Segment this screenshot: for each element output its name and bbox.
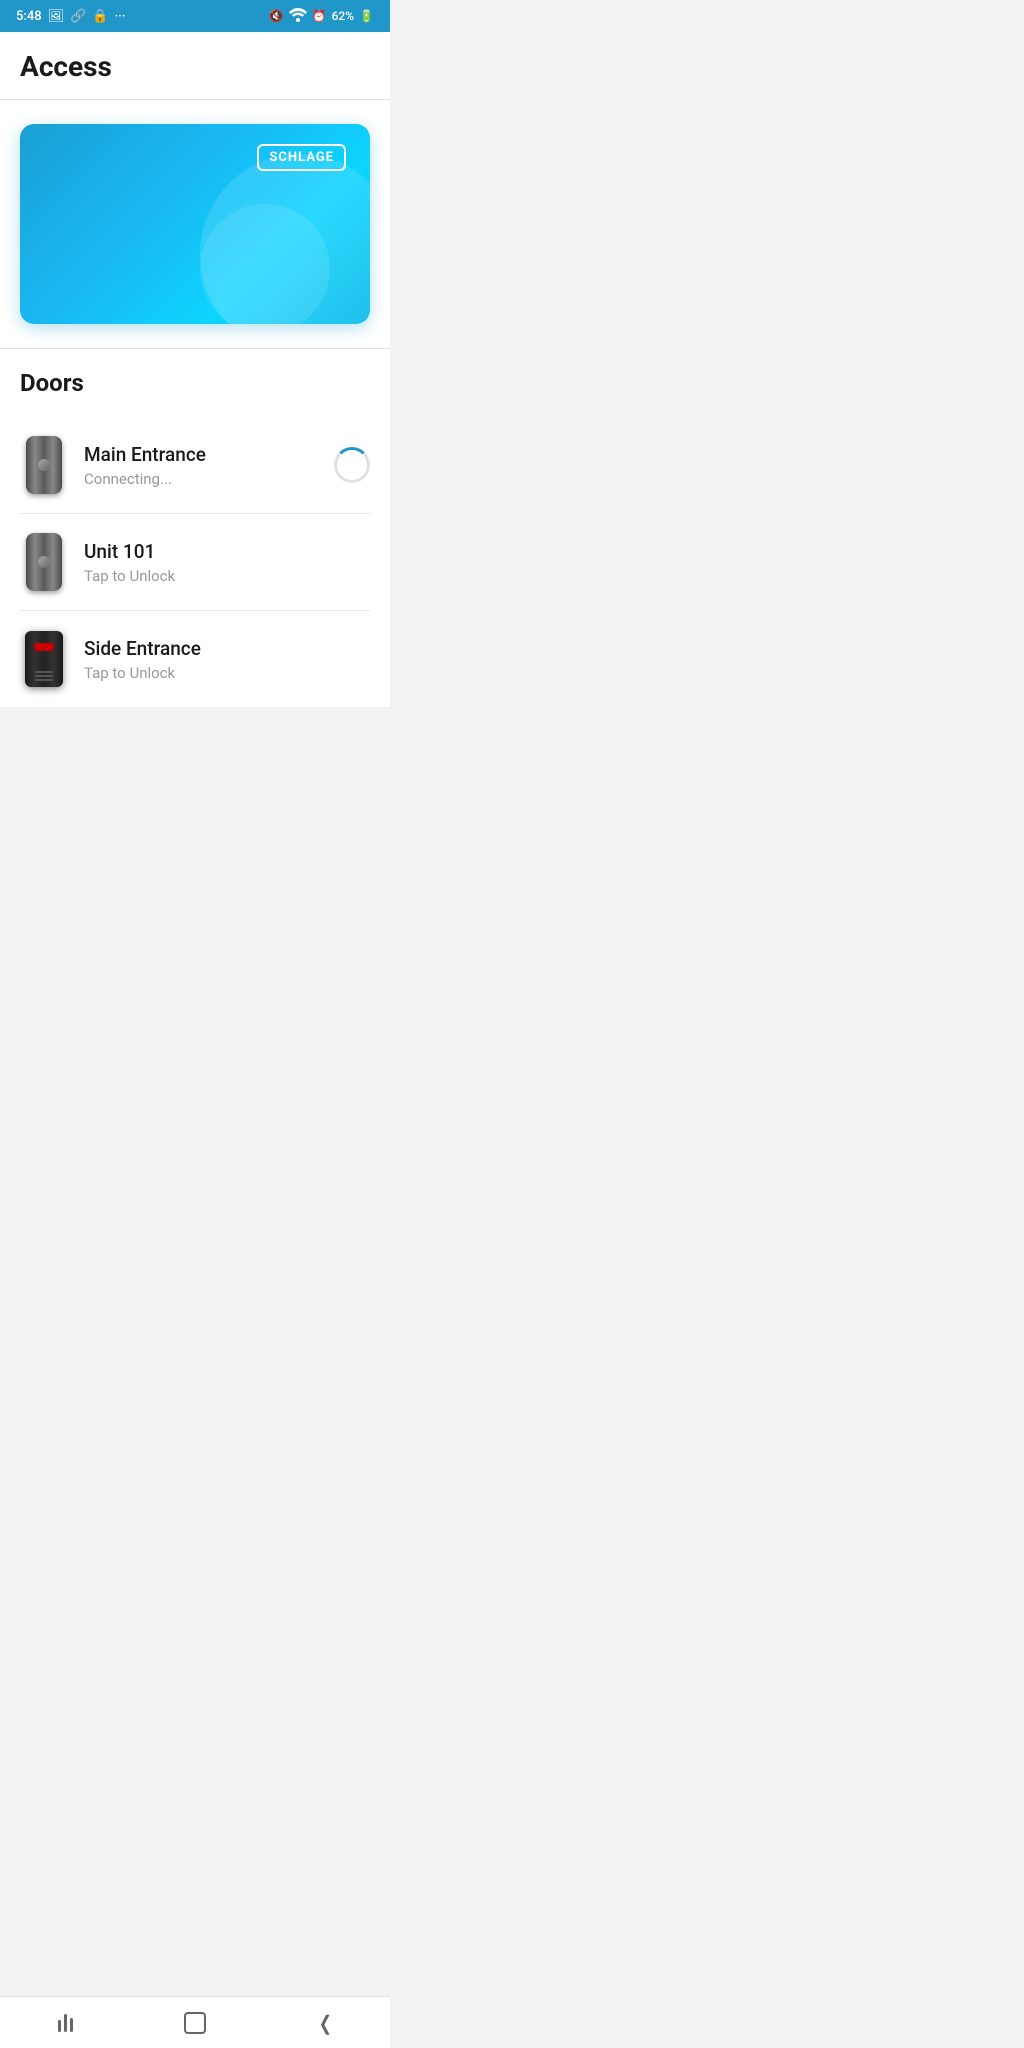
door-status-unit-101: Tap to Unlock [84, 567, 370, 585]
status-right: 🔇 ⏰ 62% 🔋 [269, 8, 374, 25]
door-icon-side-entrance [20, 627, 68, 691]
nav-home-button[interactable] [130, 1997, 260, 2048]
door-status-side-entrance: Tap to Unlock [84, 664, 370, 682]
page-header: Access [0, 32, 390, 100]
shield-icon: 🔒 [92, 9, 108, 24]
door-item-side-entrance[interactable]: Side Entrance Tap to Unlock [0, 611, 390, 707]
door-name-unit-101: Unit 101 [84, 540, 370, 563]
door-icon-main-entrance [20, 433, 68, 497]
back-icon: ❮ [318, 2011, 331, 2035]
status-bar: 5:48 🖼 🔗 🔒 ··· 🔇 ⏰ 62% 🔋 [0, 0, 390, 32]
door-info-main-entrance: Main Entrance Connecting... [84, 443, 318, 488]
door-info-unit-101: Unit 101 Tap to Unlock [84, 540, 370, 585]
page-title: Access [20, 50, 370, 83]
door-name-main-entrance: Main Entrance [84, 443, 318, 466]
recents-bar-2 [64, 2014, 67, 2032]
card-section: SCHLAGE [0, 100, 390, 348]
link-icon: 🔗 [70, 9, 86, 24]
more-icon: ··· [114, 9, 125, 24]
recents-bar-3 [70, 2018, 73, 2032]
battery-percent: 62% [332, 9, 354, 23]
lock-icon-silver-2 [26, 533, 62, 591]
status-time: 5:48 [16, 9, 42, 24]
mute-icon: 🔇 [269, 9, 284, 23]
door-info-side-entrance: Side Entrance Tap to Unlock [84, 637, 370, 682]
door-name-side-entrance: Side Entrance [84, 637, 370, 660]
photo-icon: 🖼 [48, 9, 65, 24]
door-status-main-entrance: Connecting... [84, 470, 318, 488]
nav-recents-button[interactable] [0, 1997, 130, 2048]
recents-bar-1 [58, 2020, 61, 2032]
wifi-icon [289, 8, 307, 25]
home-icon [184, 2012, 206, 2034]
schlage-card[interactable]: SCHLAGE [20, 124, 370, 324]
nav-back-button[interactable]: ❮ [260, 1997, 390, 2048]
schlage-logo: SCHLAGE [257, 144, 346, 171]
alarm-icon: ⏰ [312, 9, 327, 23]
doors-section: Doors [0, 349, 390, 417]
door-icon-unit-101 [20, 530, 68, 594]
recents-icon [58, 2014, 73, 2032]
status-left: 5:48 🖼 🔗 🔒 ··· [16, 9, 126, 24]
content-end [0, 707, 390, 807]
door-item-main-entrance[interactable]: Main Entrance Connecting... [0, 417, 390, 513]
nav-bar: ❮ [0, 1996, 390, 2048]
doors-title: Doors [20, 369, 370, 397]
connecting-spinner [334, 447, 370, 483]
lock-icon-silver [26, 436, 62, 494]
lock-icon-black [25, 631, 63, 687]
battery-icon: 🔋 [359, 9, 374, 23]
door-item-unit-101[interactable]: Unit 101 Tap to Unlock [0, 514, 390, 610]
door-list: Main Entrance Connecting... Unit 101 Tap… [0, 417, 390, 707]
